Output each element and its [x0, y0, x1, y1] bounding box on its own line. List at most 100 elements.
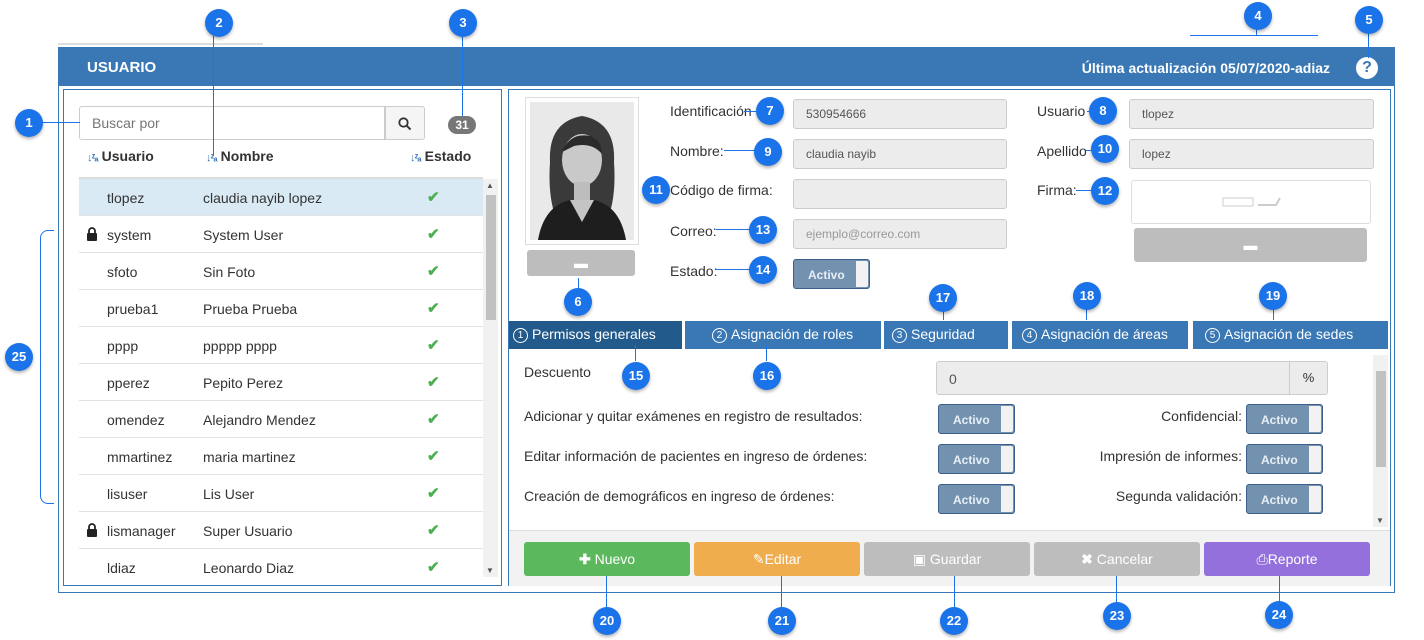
perm-create-demographics-label: Creación de demográficos en ingreso de ó… — [524, 488, 835, 504]
table-row[interactable]: lisuser Lis User ✔ — [79, 475, 483, 512]
table-row[interactable]: omendez Alejandro Mendez ✔ — [79, 401, 483, 438]
check-icon: ✔ — [427, 522, 440, 539]
row-username: pperez — [107, 375, 150, 391]
lock-icon — [86, 227, 98, 244]
callout-line — [1279, 576, 1280, 604]
user-photo — [525, 97, 639, 245]
discount-field[interactable]: 0 % — [936, 361, 1328, 395]
permissions-scrollbar[interactable]: ▼ — [1373, 355, 1388, 527]
table-row[interactable]: mmartinez maria martinez ✔ — [79, 438, 483, 475]
new-button[interactable]: ✚ Nuevo — [524, 542, 690, 576]
callout-badge: 4 — [1244, 2, 1272, 30]
callout-line — [1116, 576, 1117, 604]
list-scrollbar[interactable]: ▲ ▼ — [483, 179, 498, 577]
row-fullname: Prueba Prueba — [203, 301, 298, 317]
table-row[interactable]: prueba1 Prueba Prueba ✔ — [79, 290, 483, 327]
scroll-down-icon[interactable]: ▼ — [1376, 516, 1384, 525]
tab-area-assignment[interactable]: 4 Asignación de áreas — [1012, 321, 1188, 349]
perm-create-demographics-toggle[interactable]: Activo — [938, 484, 1015, 514]
callout-badge: 24 — [1265, 601, 1293, 629]
page-title: USUARIO — [87, 59, 157, 76]
row-username: pppp — [107, 338, 139, 354]
check-icon: ✔ — [427, 337, 440, 354]
floppy-icon: ▣ — [912, 551, 926, 567]
perm-second-validation-toggle[interactable]: Activo — [1246, 484, 1323, 514]
callout-badge: 10 — [1091, 135, 1119, 163]
username-label: Usuario — [1037, 103, 1086, 119]
scroll-down-icon[interactable]: ▼ — [486, 566, 494, 575]
signature-upload-button[interactable]: ▬ — [1134, 228, 1367, 262]
help-icon[interactable]: ? — [1356, 57, 1378, 79]
perm-confidential-toggle[interactable]: Activo — [1246, 404, 1323, 434]
callout-badge: 19 — [1259, 282, 1287, 310]
tab-security[interactable]: 3 Seguridad — [884, 321, 1008, 349]
id-field[interactable]: 530954666 — [793, 99, 1007, 129]
row-username: ldiaz — [107, 560, 136, 575]
column-user[interactable]: ↓ᶻₐ Usuario — [87, 148, 154, 164]
signature-label: Firma: — [1037, 182, 1077, 198]
user-detail-panel: ▬ Identificación 530954666 Usuario tlope… — [508, 89, 1391, 586]
photo-upload-button[interactable]: ▬ — [527, 250, 635, 276]
row-fullname: Alejandro Mendez — [203, 412, 316, 428]
table-row[interactable]: sfoto Sin Foto ✔ — [79, 253, 483, 290]
callout-line — [462, 36, 463, 116]
close-icon: ✖ — [1081, 551, 1093, 567]
row-fullname: Lis User — [203, 486, 255, 502]
row-username: omendez — [107, 412, 165, 428]
callout-line — [1190, 35, 1318, 36]
lastname-field[interactable]: lopez — [1129, 139, 1374, 169]
edit-button[interactable]: ✎Editar — [694, 542, 860, 576]
user-count-badge: 31 — [448, 116, 476, 134]
callout-line — [606, 576, 607, 608]
pencil-icon: ✎ — [752, 551, 765, 567]
callout-bracket — [40, 230, 54, 504]
name-field[interactable]: claudia nayib — [793, 139, 1007, 169]
user-list: tlopez claudia nayib lopez ✔ system System U… — [79, 177, 483, 575]
save-button[interactable]: ▣ Guardar — [864, 542, 1030, 576]
table-row[interactable]: system System User ✔ — [79, 216, 483, 253]
column-name[interactable]: ↓ᶻₐ Nombre — [206, 148, 274, 164]
perm-print-reports-toggle[interactable]: Activo — [1246, 444, 1323, 474]
email-label: Correo: — [670, 223, 717, 239]
row-fullname: Pepito Perez — [203, 375, 284, 391]
email-field[interactable]: ejemplo@correo.com — [793, 219, 1007, 249]
callout-badge: 15 — [622, 362, 650, 390]
callout-badge: 9 — [754, 138, 782, 166]
status-toggle[interactable]: Activo — [793, 259, 870, 289]
row-username: system — [107, 227, 152, 243]
perm-add-remove-exams-toggle[interactable]: Activo — [938, 404, 1015, 434]
report-button[interactable]: ⎙Reporte — [1204, 542, 1370, 576]
callout-badge: 14 — [749, 256, 777, 284]
perm-print-reports-label: Impresión de informes: — [1099, 448, 1242, 464]
table-row[interactable]: pppp ppppp pppp ✔ — [79, 327, 483, 364]
table-row[interactable]: lismanager Super Usuario ✔ — [79, 512, 483, 549]
row-fullname: Sin Foto — [203, 264, 256, 280]
scroll-up-icon[interactable]: ▲ — [486, 181, 494, 190]
scroll-thumb[interactable] — [1376, 371, 1386, 467]
search-input[interactable] — [79, 106, 385, 140]
tab-site-assignment[interactable]: 5 Asignación de sedes — [1193, 321, 1388, 349]
lock-icon — [86, 523, 98, 540]
callout-badge: 2 — [205, 9, 233, 37]
last-updated: Última actualización 05/07/2020-adiaz — [1081, 60, 1330, 76]
search-button[interactable] — [385, 106, 425, 140]
action-bar: ✚ Nuevo ✎Editar ▣ Guardar ✖ Cancelar ⎙Re… — [509, 530, 1390, 586]
callout-line — [213, 36, 214, 156]
table-row[interactable]: ldiaz Leonardo Diaz ✔ — [79, 549, 483, 575]
status-label: Estado: — [670, 263, 718, 279]
callout-line — [40, 122, 80, 123]
signature-code-field[interactable] — [793, 179, 1007, 209]
column-status[interactable]: ↓ᶻₐ Estado — [410, 148, 471, 164]
scroll-thumb[interactable] — [486, 195, 496, 320]
table-row[interactable]: pperez Pepito Perez ✔ — [79, 364, 483, 401]
tab-role-assignment[interactable]: 2 Asignación de roles — [685, 321, 881, 349]
username-field[interactable]: tlopez — [1129, 99, 1374, 129]
perm-edit-patient-toggle[interactable]: Activo — [938, 444, 1015, 474]
table-row[interactable]: tlopez claudia nayib lopez ✔ — [79, 179, 483, 216]
cancel-button[interactable]: ✖ Cancelar — [1034, 542, 1200, 576]
tab-general-permissions[interactable]: 1 Permisos generales — [509, 321, 682, 349]
window-header: USUARIO Última actualización 05/07/2020-… — [59, 48, 1394, 86]
discount-label: Descuento — [524, 364, 591, 380]
callout-line — [635, 345, 636, 361]
callout-line — [781, 576, 782, 608]
